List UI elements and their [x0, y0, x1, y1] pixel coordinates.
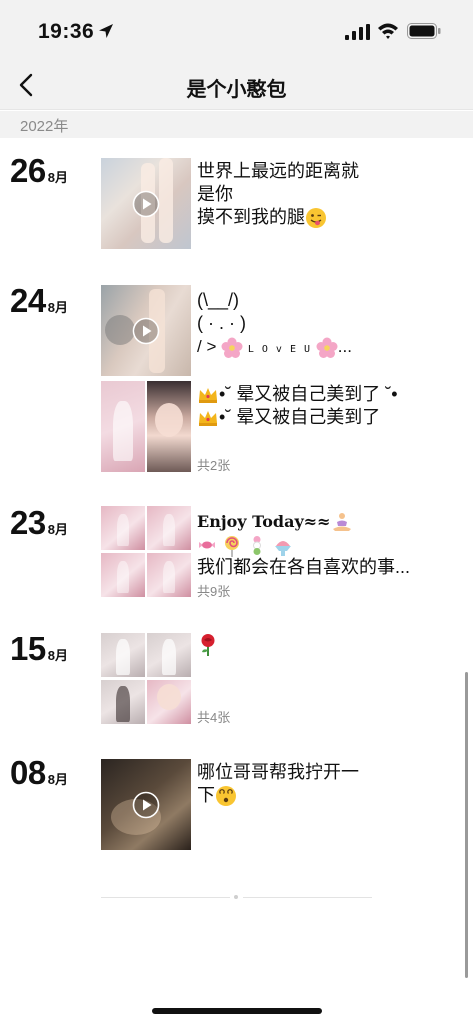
rose-emoji-icon [201, 634, 215, 657]
video-thumbnail[interactable] [101, 158, 191, 249]
post-line-text: Enjoy Today≈≈ [197, 512, 331, 531]
day-number: 08 [10, 754, 46, 791]
photo-thumbnail[interactable] [147, 553, 191, 597]
meditation-emoji-icon [332, 513, 351, 532]
pink-flower-emoji-icon [221, 337, 243, 358]
photo-thumbnail[interactable] [101, 553, 145, 597]
photo-count: 共4张 [197, 710, 231, 725]
date-08-aug: 08 8月 [10, 754, 68, 792]
video-thumbnail[interactable] [101, 285, 191, 376]
post-line: Enjoy Today≈≈ [197, 510, 410, 533]
photo-thumbnail[interactable] [101, 381, 145, 472]
cellular-signal-icon [345, 24, 370, 40]
day-number: 23 [10, 504, 46, 541]
play-icon [132, 190, 160, 217]
location-arrow-icon [99, 24, 113, 38]
post-line-text: / > [197, 337, 217, 356]
post-line-text: 下 [197, 785, 215, 805]
photo-thumbnail[interactable] [101, 506, 145, 550]
post-line: 哪位哥哥帮我拧开一 [197, 762, 359, 782]
date-24-aug: 24 8月 [10, 282, 68, 320]
photo-thumbnail[interactable] [147, 381, 191, 472]
photo-thumbnail[interactable] [101, 680, 145, 724]
post-text[interactable]: 世界上最远的距离就 是你 摸不到我的腿 [197, 160, 359, 229]
play-icon [132, 791, 160, 818]
month-label: 8月 [47, 648, 68, 663]
battery-icon [407, 23, 441, 39]
post-line: 下 [197, 784, 359, 807]
date-23-aug: 23 8月 [10, 504, 68, 542]
post-line: (\__/) [197, 290, 240, 310]
post-text[interactable]: •˘ 晕又被自己美到了 ˘• •˘ 晕又被自己美到了 [197, 383, 398, 429]
date-26-aug: 26 8月 [10, 152, 68, 190]
photo-thumbnail[interactable] [147, 506, 191, 550]
dizzy-face-emoji-icon [216, 786, 236, 807]
post-text[interactable] [197, 633, 219, 657]
scrollbar[interactable] [465, 672, 468, 978]
video-thumbnail[interactable] [101, 759, 191, 850]
photo-count: 共9张 [197, 584, 231, 599]
month-label: 8月 [47, 772, 68, 787]
emoji-row [197, 533, 410, 557]
crown-emoji-icon [199, 388, 217, 404]
photo-thumbnail[interactable] [147, 680, 191, 724]
crown-emoji-icon [199, 411, 217, 427]
post-line: •˘ 晕又被自己美到了 [197, 406, 398, 429]
dango-emoji-icon [253, 535, 262, 555]
post-line-text: •˘ 晕又被自己美到了 ˘• [219, 384, 398, 404]
lollipop-emoji-icon [225, 535, 240, 557]
post-line: 是你 [197, 184, 233, 204]
post-text[interactable]: 哪位哥哥帮我拧开一 下 [197, 761, 359, 807]
photo-thumbnail[interactable] [147, 633, 191, 677]
end-divider-left [101, 897, 230, 898]
month-label: 8月 [47, 170, 68, 185]
photo-thumbnail[interactable] [101, 633, 145, 677]
photo-count: 共2张 [197, 458, 231, 473]
end-divider-right [243, 897, 372, 898]
home-indicator[interactable] [152, 1008, 322, 1014]
wifi-icon [378, 23, 398, 39]
pink-flower-emoji-icon [316, 337, 338, 358]
year-label: 2022年 [20, 118, 69, 135]
status-time: 19:36 [38, 20, 95, 43]
navigation-bar: 是个小憨包 [0, 62, 473, 110]
post-text[interactable]: Enjoy Today≈≈ 我们都会在各自喜欢的事... [197, 510, 410, 579]
post-line: / > L O v E U ... [197, 335, 352, 361]
candy-emoji-icon [199, 541, 215, 548]
love-u-text: L O v E U [247, 344, 312, 355]
post-text[interactable]: (\__/) ( · . · ) / > L O v E U ... [197, 289, 352, 361]
winking-tongue-emoji-icon [306, 208, 326, 229]
post-line: 摸不到我的腿 [197, 206, 359, 229]
day-number: 24 [10, 282, 46, 319]
post-line-text: 摸不到我的腿 [197, 207, 305, 227]
post-line-text: •˘ 晕又被自己美到了 [219, 407, 381, 427]
status-bar: 19:36 [0, 0, 473, 62]
post-line: ( · . · ) [197, 313, 246, 333]
shaved-ice-emoji-icon [275, 540, 292, 556]
end-divider-dot [234, 895, 238, 899]
year-header: 2022年 [0, 111, 473, 138]
month-label: 8月 [47, 300, 68, 315]
page-title: 是个小憨包 [186, 79, 287, 101]
post-line: 我们都会在各自喜欢的事... [197, 557, 411, 578]
post-line: 世界上最远的距离就 [197, 161, 359, 181]
day-number: 26 [10, 152, 46, 189]
month-label: 8月 [47, 522, 68, 537]
day-number: 15 [10, 630, 46, 667]
play-icon [132, 317, 160, 344]
date-15-aug: 15 8月 [10, 630, 68, 668]
ellipsis: ... [337, 337, 352, 356]
post-line: •˘ 晕又被自己美到了 ˘• [197, 383, 398, 406]
